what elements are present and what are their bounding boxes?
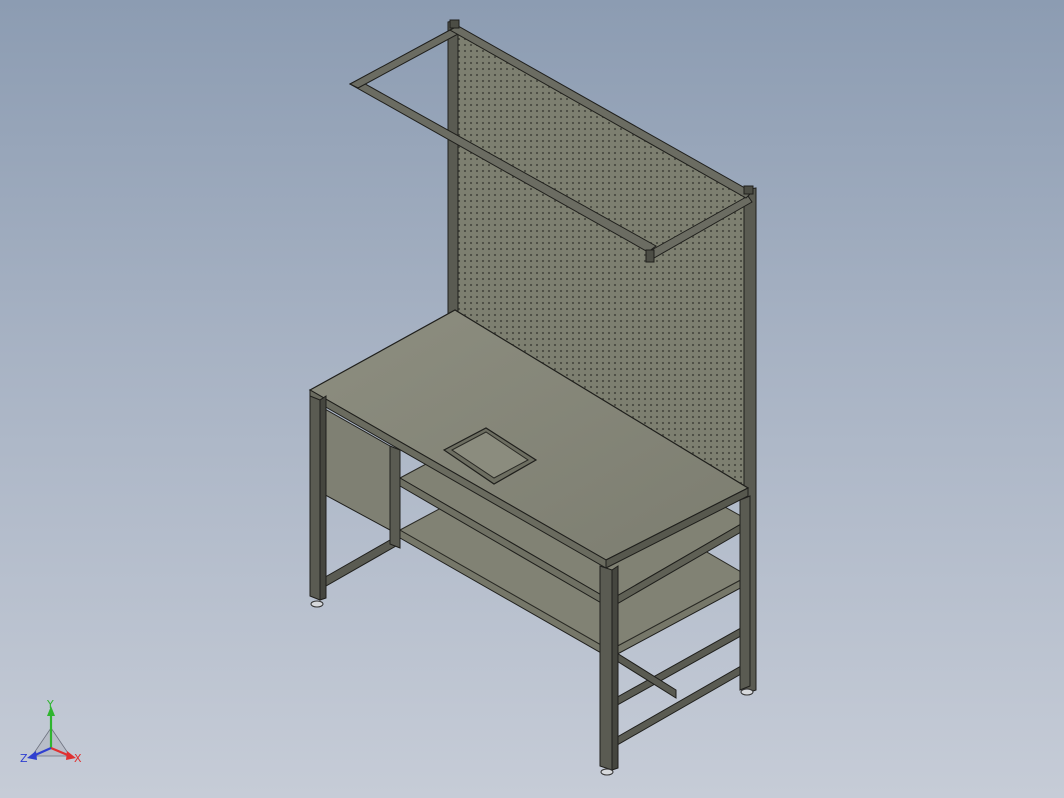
foot-front-right [600,768,614,776]
overhead-end-cap-top [449,19,460,29]
overhead-rail-short-left [348,29,460,89]
triad-y-label: Y [46,700,54,711]
right-back-leg [739,495,751,691]
coordinate-triad: Y X Z [20,700,82,765]
overhead-end-cap-left [645,249,655,263]
front-left-leg-side [319,395,327,601]
mid-leg [389,445,401,549]
front-right-leg-side [611,565,619,771]
bottom-rail-right [611,661,749,749]
cad-graphics-viewport[interactable]: Y X Z [0,0,1064,798]
left-rear-post [447,19,459,321]
front-right-leg [599,565,613,771]
workbench-model[interactable] [0,0,1064,798]
front-left-leg [309,395,321,601]
triad-z-arrow-icon [27,751,37,760]
overhead-end-cap-right [743,185,754,195]
bottom-rail-front [319,539,397,587]
foot-back-right [740,688,754,696]
triad-z-label: Z [20,752,28,765]
foot-front-left [310,600,324,608]
triad-x-label: X [74,752,82,765]
